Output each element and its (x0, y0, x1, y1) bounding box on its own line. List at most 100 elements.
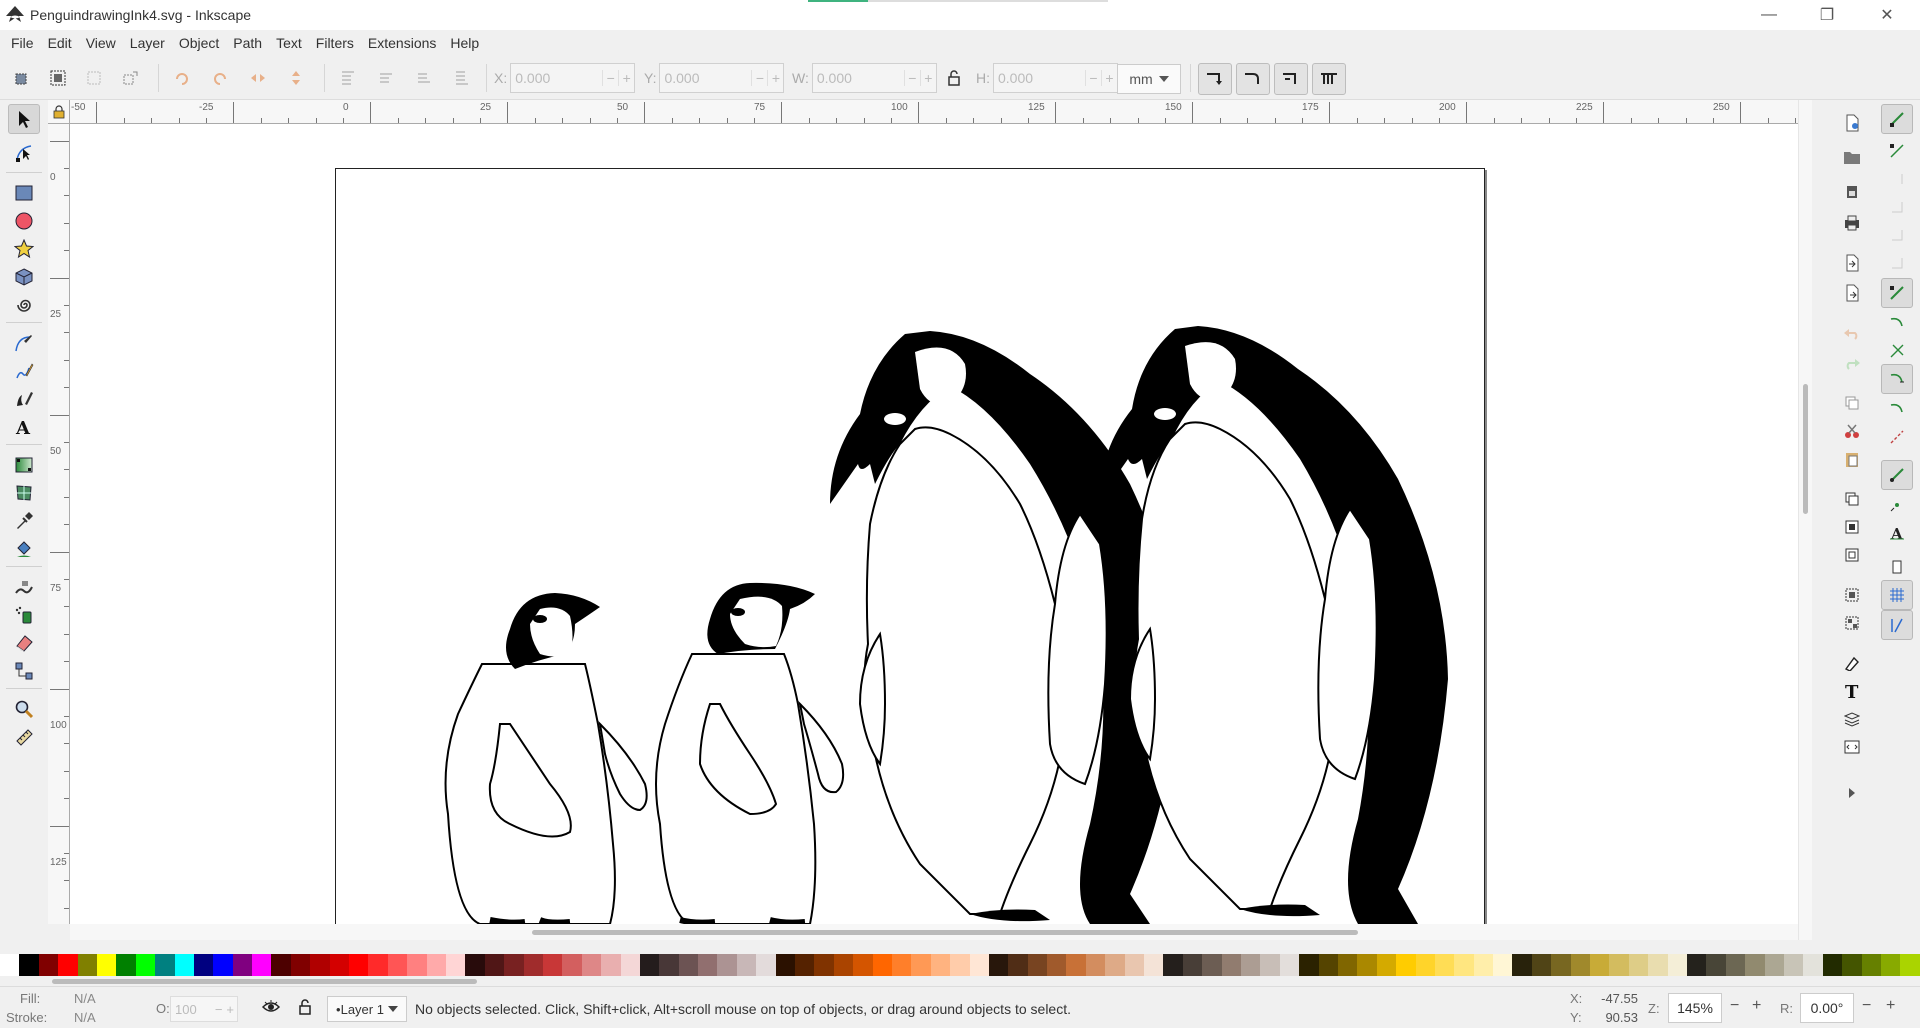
snap-text-baseline-icon[interactable]: A (1881, 518, 1913, 548)
snap-others-icon[interactable] (1881, 460, 1913, 490)
vertical-ruler[interactable]: 0 25 50 75 100 125 (48, 124, 70, 924)
rotate-cw-button[interactable]: + (1886, 997, 1895, 1015)
duplicate-icon[interactable] (1838, 486, 1866, 512)
color-swatch[interactable] (659, 954, 679, 976)
ruler-corner-lock[interactable] (48, 100, 70, 124)
width-input[interactable]: 0.000 − + (811, 63, 937, 93)
color-swatch[interactable] (1415, 954, 1435, 976)
color-swatch[interactable] (1725, 954, 1746, 976)
snap-bbox-center-icon[interactable] (1881, 248, 1913, 278)
menu-layer[interactable]: Layer (123, 35, 172, 51)
text-tool-icon[interactable]: A (8, 412, 40, 442)
color-swatch[interactable] (1628, 954, 1649, 976)
spiral-tool-icon[interactable] (8, 290, 40, 320)
color-swatch[interactable] (1318, 954, 1338, 976)
color-swatch[interactable] (1570, 954, 1591, 976)
raise-to-top-icon[interactable] (334, 64, 362, 92)
raise-icon[interactable] (372, 64, 400, 92)
node-tool-icon[interactable] (8, 138, 40, 168)
unlink-clone-icon[interactable] (1838, 542, 1866, 568)
color-swatch[interactable] (1260, 954, 1280, 976)
snap-bbox-corner-icon[interactable] (1881, 192, 1913, 222)
selector-tool-icon[interactable] (8, 104, 40, 134)
penguin-chick-left[interactable] (444, 593, 648, 924)
menu-filters[interactable]: Filters (309, 35, 361, 51)
color-swatch[interactable] (1861, 954, 1881, 976)
opacity-increment[interactable]: + (226, 1002, 234, 1017)
color-swatch[interactable] (775, 954, 796, 976)
color-swatch[interactable] (717, 954, 737, 976)
rotate-ccw-icon[interactable] (168, 64, 196, 92)
lower-to-bottom-icon[interactable] (448, 64, 476, 92)
color-swatch[interactable] (1454, 954, 1474, 976)
deselect-icon[interactable] (80, 64, 108, 92)
color-swatch[interactable] (911, 954, 931, 976)
text-font-icon[interactable]: T (1838, 678, 1866, 704)
color-swatch[interactable] (155, 954, 175, 976)
color-swatch[interactable] (1667, 954, 1687, 976)
color-swatch[interactable] (193, 954, 214, 976)
rectangle-tool-icon[interactable] (8, 178, 40, 208)
color-swatch[interactable] (1337, 954, 1358, 976)
color-swatch[interactable] (1803, 954, 1823, 976)
color-swatch[interactable] (756, 954, 776, 976)
scale-rounded-corners-button[interactable] (1236, 63, 1270, 95)
eraser-tool-icon[interactable] (8, 628, 40, 658)
color-swatch[interactable] (1241, 954, 1261, 976)
snap-bbox-midpoint-icon[interactable] (1881, 220, 1913, 250)
dropper-tool-icon[interactable] (8, 506, 40, 536)
opacity-decrement[interactable]: − (215, 1002, 223, 1017)
color-swatch[interactable] (19, 954, 39, 976)
snap-path-intersections-icon[interactable] (1881, 336, 1913, 366)
color-swatch[interactable] (1900, 954, 1920, 976)
lock-proportions-icon[interactable] (940, 64, 968, 92)
menu-text[interactable]: Text (269, 35, 309, 51)
color-swatch[interactable] (1590, 954, 1610, 976)
color-swatch[interactable] (620, 954, 640, 976)
opacity-input[interactable]: 100 − + (170, 996, 238, 1022)
palette-scrollbar[interactable] (0, 976, 1920, 986)
enable-snapping-icon[interactable] (1881, 104, 1913, 134)
gradient-tool-icon[interactable] (8, 450, 40, 480)
color-swatch[interactable] (1512, 954, 1532, 976)
color-swatch[interactable] (1066, 954, 1086, 976)
rotation-input[interactable]: 0.00° (1800, 993, 1854, 1023)
color-swatch[interactable] (1027, 954, 1048, 976)
ungroup-icon[interactable] (1838, 610, 1866, 636)
color-swatch[interactable] (969, 954, 989, 976)
color-swatch[interactable] (930, 954, 951, 976)
horizontal-scrollbar[interactable] (70, 924, 1798, 940)
color-swatch[interactable] (58, 954, 78, 976)
color-swatch[interactable] (1299, 954, 1319, 976)
w-decrement[interactable]: − (903, 70, 920, 86)
snap-smooth-nodes-icon[interactable] (1881, 394, 1913, 424)
color-swatch[interactable] (562, 954, 582, 976)
color-swatch[interactable] (310, 954, 330, 976)
maximize-button[interactable]: ❐ (1804, 0, 1850, 30)
redo-icon[interactable] (1838, 350, 1866, 376)
x-increment[interactable]: + (618, 70, 634, 86)
color-swatch[interactable] (329, 954, 350, 976)
paint-bucket-tool-icon[interactable] (8, 534, 40, 564)
color-swatch[interactable] (1396, 954, 1416, 976)
color-swatch[interactable] (1822, 954, 1843, 976)
star-tool-icon[interactable] (8, 234, 40, 264)
undo-icon[interactable] (1838, 320, 1866, 346)
color-swatch[interactable] (426, 954, 446, 976)
color-swatch[interactable] (1105, 954, 1125, 976)
color-swatch[interactable] (252, 954, 272, 976)
print-icon[interactable] (1838, 210, 1866, 236)
fill-stroke-icon[interactable] (1838, 650, 1866, 676)
color-swatch[interactable] (1376, 954, 1397, 976)
color-swatch[interactable] (1783, 954, 1804, 976)
y-input[interactable]: 0.000 − + (659, 63, 785, 93)
color-swatch[interactable] (1047, 954, 1067, 976)
connector-tool-icon[interactable] (8, 656, 40, 686)
snap-to-paths-icon[interactable] (1881, 308, 1913, 338)
color-swatch[interactable] (96, 954, 117, 976)
paste-icon[interactable] (1838, 446, 1866, 472)
color-swatch[interactable] (872, 954, 892, 976)
scale-stroke-width-button[interactable] (1198, 63, 1232, 95)
close-button[interactable]: ✕ (1864, 0, 1910, 30)
color-swatch[interactable] (1648, 954, 1668, 976)
